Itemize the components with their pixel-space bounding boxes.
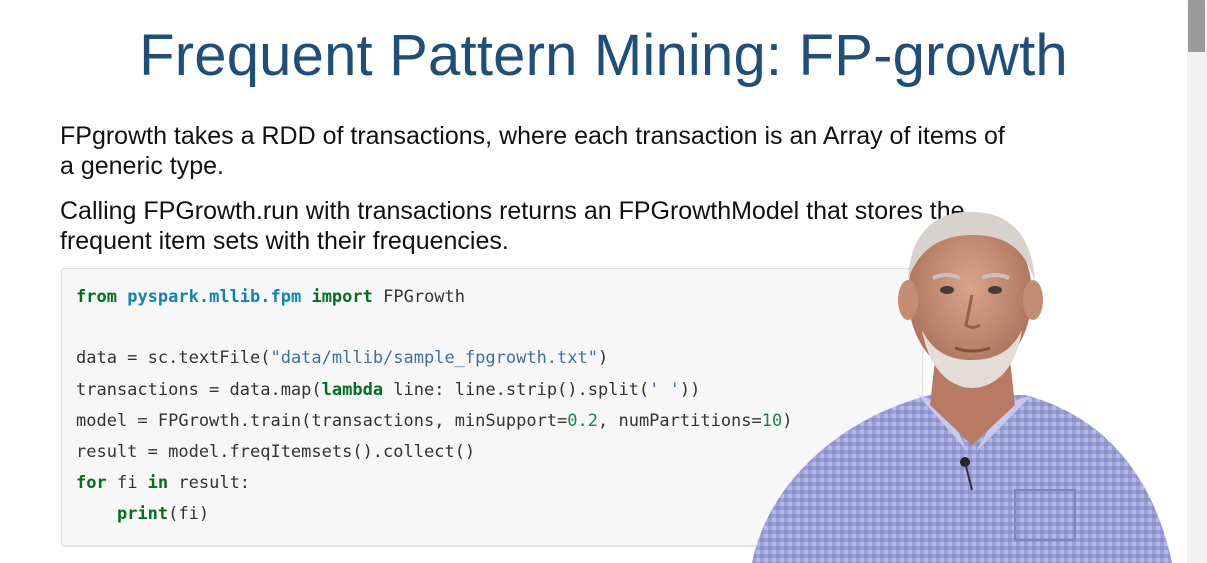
code-text: result: [168, 473, 251, 493]
code-line-print: print(fi) [76, 504, 209, 524]
code-text: (fi) [168, 504, 210, 524]
code-line-data: data = sc.textFile("data/mllib/sample_fp… [76, 348, 608, 368]
paragraph-transactions: FPgrowth takes a RDD of transactions, wh… [60, 122, 1005, 180]
code-text: fi [106, 473, 148, 493]
code-keyword: lambda [321, 380, 384, 400]
code-text: line: line.strip().split( [383, 380, 650, 400]
code-number: 0.2 [567, 411, 598, 431]
code-line-result: result = model.freqItemsets().collect() [76, 442, 475, 462]
presenter-video [752, 211, 1172, 563]
code-text: FPGrowth [383, 287, 466, 307]
code-line-transactions: transactions = data.map(lambda line: lin… [76, 380, 700, 400]
code-line-for: for fi in result: [76, 473, 250, 493]
code-text: model = FPGrowth.train(transactions, min… [76, 411, 568, 431]
slide-title: Frequent Pattern Mining: FP-growth [139, 23, 1068, 88]
code-keyword: for [76, 473, 107, 493]
code-text: data = sc.textFile( [76, 348, 271, 368]
code-line-import: from pyspark.mllib.fpm import FPGrowth [76, 287, 465, 307]
code-text: ) [597, 348, 609, 368]
code-text: result = model.freqItemsets().collect() [76, 442, 476, 462]
code-keyword: in [147, 473, 169, 493]
code-line-model: model = FPGrowth.train(transactions, min… [76, 411, 793, 431]
code-text: , numPartitions= [598, 411, 762, 431]
code-string: ' ' [649, 380, 680, 400]
code-keyword: print [116, 504, 169, 524]
code-text: )) [679, 380, 701, 400]
code-string: "data/mllib/sample_fpgrowth.txt" [270, 348, 598, 368]
code-module: pyspark.mllib.fpm [127, 287, 302, 307]
code-keyword: from [76, 287, 117, 307]
code-keyword: import [311, 287, 373, 307]
code-text: transactions = data.map( [76, 380, 322, 400]
